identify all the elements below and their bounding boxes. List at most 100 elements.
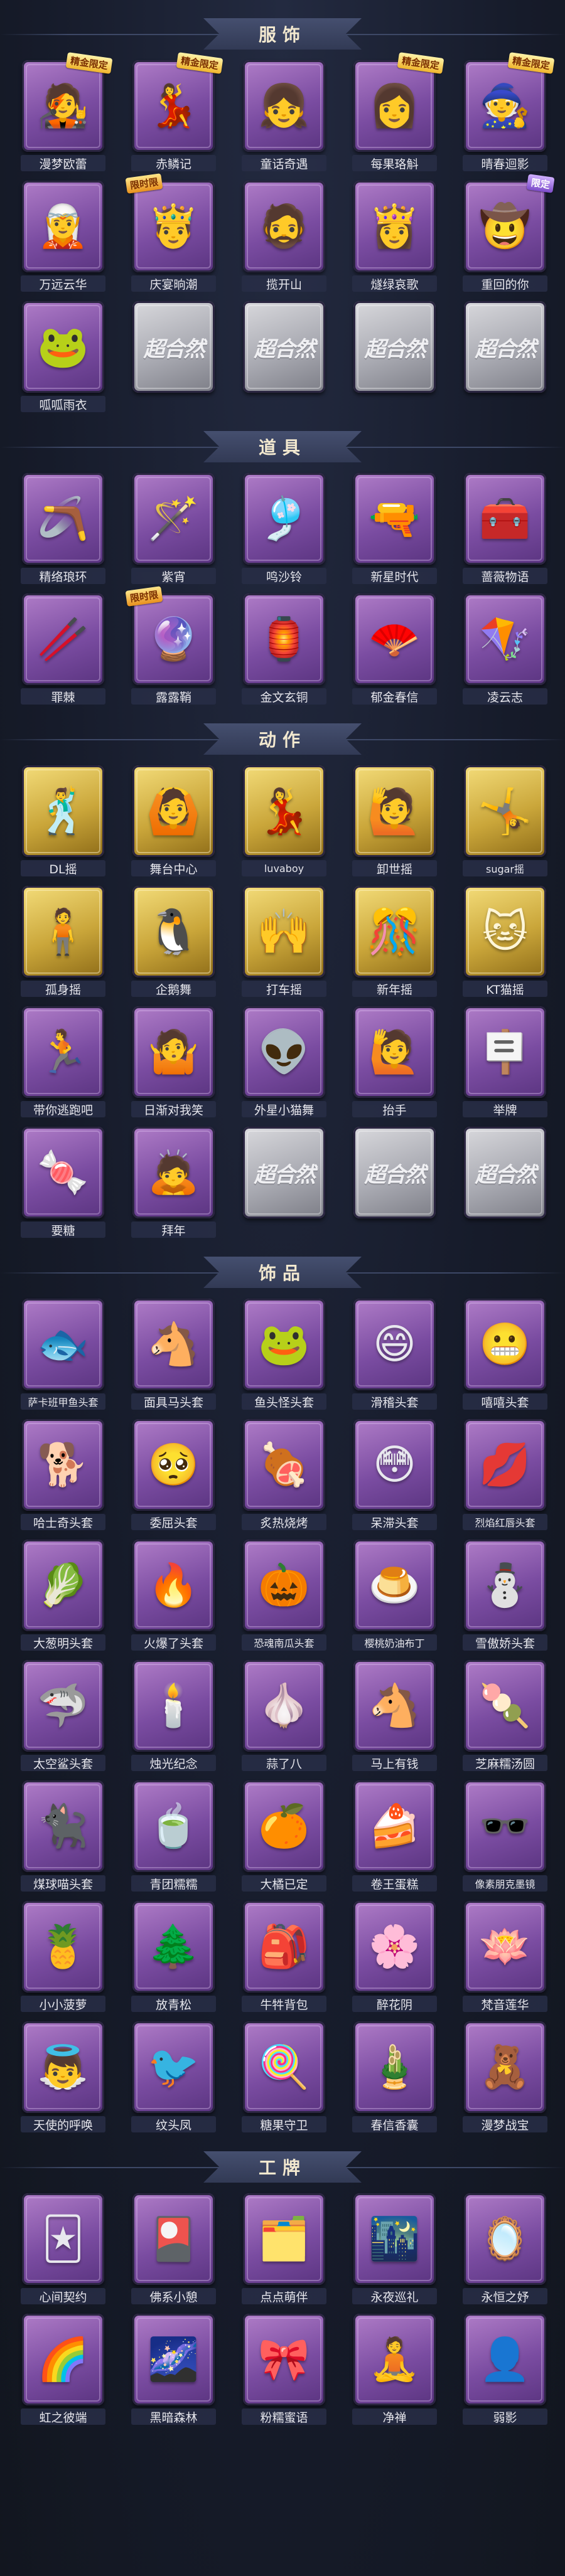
item-card[interactable]: 🧘 净禅 (348, 2310, 441, 2430)
item-card[interactable]: 🐴 马上有钱 (348, 1656, 441, 1777)
item-frame: 🐱 (464, 886, 546, 977)
item-card[interactable]: 🐱 KT猫摇 (459, 882, 551, 1003)
item-card[interactable]: 超合然 (459, 297, 551, 418)
item-card[interactable]: 🤠 限定 重回的你 (459, 174, 555, 297)
item-card[interactable]: 🌃 永夜巡礼 (348, 2190, 441, 2310)
item-card[interactable]: 🙋 抬手 (348, 1003, 441, 1123)
item-card[interactable]: 🐴 面具马头套 (127, 1295, 220, 1415)
item-card[interactable]: 🍊 大橘已定 (238, 1777, 330, 1897)
item-card[interactable]: 🌌 黑暗森林 (127, 2310, 220, 2430)
item-card[interactable]: 🧍 孤身摇 (17, 882, 109, 1003)
item-card[interactable]: 🧝 万远云华 (17, 177, 109, 297)
item-card[interactable]: 🪞 永恒之妤 (459, 2190, 551, 2310)
item-card[interactable]: 🙋 卸世摇 (348, 762, 441, 882)
item-card[interactable]: 超合然 (348, 297, 441, 418)
item-card[interactable]: 👼 天使的呼唤 (17, 2018, 109, 2138)
item-card[interactable]: 🎃 恐魂南瓜头套 (238, 1536, 330, 1656)
item-card[interactable]: 🍭 糖果守卫 (238, 2018, 330, 2138)
item-card[interactable]: 🪧 举牌 (459, 1003, 551, 1123)
item-card[interactable]: 🙌 打车摇 (238, 882, 330, 1003)
item-card[interactable]: 🐸 呱呱雨衣 (17, 297, 109, 418)
item-card[interactable]: 🔮 限时限 露露鞘 (125, 586, 220, 710)
item-card[interactable]: 😳 呆滞头套 (348, 1415, 441, 1536)
item-card[interactable]: 🎒 牛牪背包 (238, 1897, 330, 2018)
item-card[interactable]: 🕯️ 烛光纪念 (127, 1656, 220, 1777)
item-card[interactable]: 🎀 粉糯蜜语 (238, 2310, 330, 2430)
item-card[interactable]: 👸 燧绿哀歌 (348, 177, 441, 297)
item-card[interactable]: 🍍 小小菠萝 (17, 1897, 109, 2018)
item-card[interactable]: 🪁 凌云志 (459, 590, 551, 710)
item-card[interactable]: 超合然 (348, 1123, 441, 1243)
item-card[interactable]: 🎐 鸣沙铃 (238, 469, 330, 590)
item-card[interactable]: 🍬 要糖 (17, 1123, 109, 1243)
item-card[interactable]: 👽 外星小猫舞 (238, 1003, 330, 1123)
item-card[interactable]: 🥢 罪棘 (17, 590, 109, 710)
item-card[interactable]: 🏮 金文玄铜 (238, 590, 330, 710)
item-card[interactable]: 🧰 蔷薇物语 (459, 469, 551, 590)
item-card[interactable]: 🐟 萨卡班甲鱼头套 (17, 1295, 109, 1415)
item-card[interactable]: 🤴 限时限 庆宴晌潮 (125, 173, 220, 297)
item-card[interactable]: 🧄 蒜了八 (238, 1656, 330, 1777)
item-card[interactable]: ⛄ 雪傲娇头套 (459, 1536, 551, 1656)
item-card[interactable]: 🕺 DL摇 (17, 762, 109, 882)
item-card[interactable]: 😄 滑稽头套 (348, 1295, 441, 1415)
item-icon: 🙇 (148, 1148, 200, 1196)
item-card[interactable]: 🐈‍⬛ 煤球喵头套 (17, 1777, 109, 1897)
item-frame: 🐴 (132, 1299, 215, 1390)
item-card[interactable]: 🐦 纹头凤 (127, 2018, 220, 2138)
item-card[interactable]: 🍵 青团糯糯 (127, 1777, 220, 1897)
item-card[interactable]: 💋 烈焰红唇头套 (459, 1415, 551, 1536)
item-card[interactable]: 🪭 郁金春信 (348, 590, 441, 710)
item-card[interactable]: 超合然 (459, 1123, 551, 1243)
item-card[interactable]: 💃 精金限定 赤鳞记 (127, 52, 223, 177)
item-card[interactable]: 🦈 太空鲨头套 (17, 1656, 109, 1777)
item-card[interactable]: 🗂️ 点点萌伴 (238, 2190, 330, 2310)
item-card[interactable]: 🔫 新星时代 (348, 469, 441, 590)
item-icon: 🧍 (35, 906, 91, 957)
item-card[interactable]: 超合然 (238, 297, 330, 418)
item-card[interactable]: 🔥 火爆了头套 (127, 1536, 220, 1656)
item-card[interactable]: 🍰 卷王蛋糕 (348, 1777, 441, 1897)
item-name: 露露鞘 (155, 690, 191, 705)
item-icon: 👧 (258, 82, 310, 130)
item-card[interactable]: 👧 童话奇遇 (238, 56, 330, 177)
item-card[interactable]: 🍡 芝麻糯汤圆 (459, 1656, 551, 1777)
item-card[interactable]: 🐧 企鹅舞 (127, 882, 220, 1003)
item-card[interactable]: 🏃 带你逃跑吧 (17, 1003, 109, 1123)
item-card[interactable]: 🤸 sugar摇 (459, 762, 551, 882)
section-5: 工牌 🃏 心间契约 🎴 佛系小憩 🗂️ 点点萌伴 🌃 永夜巡礼 🪞 永恒之妤 🌈 虹之彼端 🌌 黑暗森林 🎀 粉… (0, 2144, 565, 2430)
item-card[interactable]: 🍮 樱桃奶油布丁 (348, 1536, 441, 1656)
item-card[interactable]: 🧑‍🎤 精金限定 漫梦欧蕾 (17, 52, 113, 177)
item-card[interactable]: 🎍 春信香囊 (348, 2018, 441, 2138)
item-label-bar: 黑暗森林 (127, 2407, 220, 2427)
item-card[interactable]: 🪷 梵音莲华 (459, 1897, 551, 2018)
locked-slot-frame: 超合然 (353, 1127, 436, 1218)
item-card[interactable]: 超合然 (238, 1123, 330, 1243)
item-card[interactable]: 🌈 虹之彼端 (17, 2310, 109, 2430)
item-card[interactable]: 👩 精金限定 每果珞斛 (348, 52, 444, 177)
item-card[interactable]: 🌲 放青松 (127, 1897, 220, 2018)
item-card[interactable]: 🪃 精络琅环 (17, 469, 109, 590)
item-card[interactable]: 👤 弱影 (459, 2310, 551, 2430)
item-card[interactable]: 🥬 大葱明头套 (17, 1536, 109, 1656)
item-card[interactable]: 😬 嘻嘻头套 (459, 1295, 551, 1415)
item-card[interactable]: 🌸 醉花阴 (348, 1897, 441, 2018)
item-card[interactable]: 🐸 鱼头怪头套 (238, 1295, 330, 1415)
item-card[interactable]: 🙆 舞台中心 (127, 762, 220, 882)
item-icon: 🪄 (148, 494, 200, 543)
item-card[interactable]: 🕶️ 像素朋克墨镜 (459, 1777, 551, 1897)
item-card[interactable]: 🙇 拜年 (127, 1123, 220, 1243)
item-card[interactable]: 🎊 新年摇 (348, 882, 441, 1003)
item-card[interactable]: 🐕 哈士奇头套 (17, 1415, 109, 1536)
item-card[interactable]: 🥺 委屈头套 (127, 1415, 220, 1536)
item-card[interactable]: 💃 luvaboy (238, 762, 330, 882)
item-card[interactable]: 🧙 精金限定 晴春迴影 (459, 52, 555, 177)
item-card[interactable]: 🤷 日渐对我笑 (127, 1003, 220, 1123)
item-card[interactable]: 🪄 紫宵 (127, 469, 220, 590)
item-card[interactable]: 🍖 炙热烧烤 (238, 1415, 330, 1536)
item-card[interactable]: 🃏 心间契约 (17, 2190, 109, 2310)
item-card[interactable]: 🧸 漫梦战宝 (459, 2018, 551, 2138)
item-card[interactable]: 🎴 佛系小憩 (127, 2190, 220, 2310)
item-card[interactable]: 🧔 揽开山 (238, 177, 330, 297)
item-card[interactable]: 超合然 (127, 297, 220, 418)
